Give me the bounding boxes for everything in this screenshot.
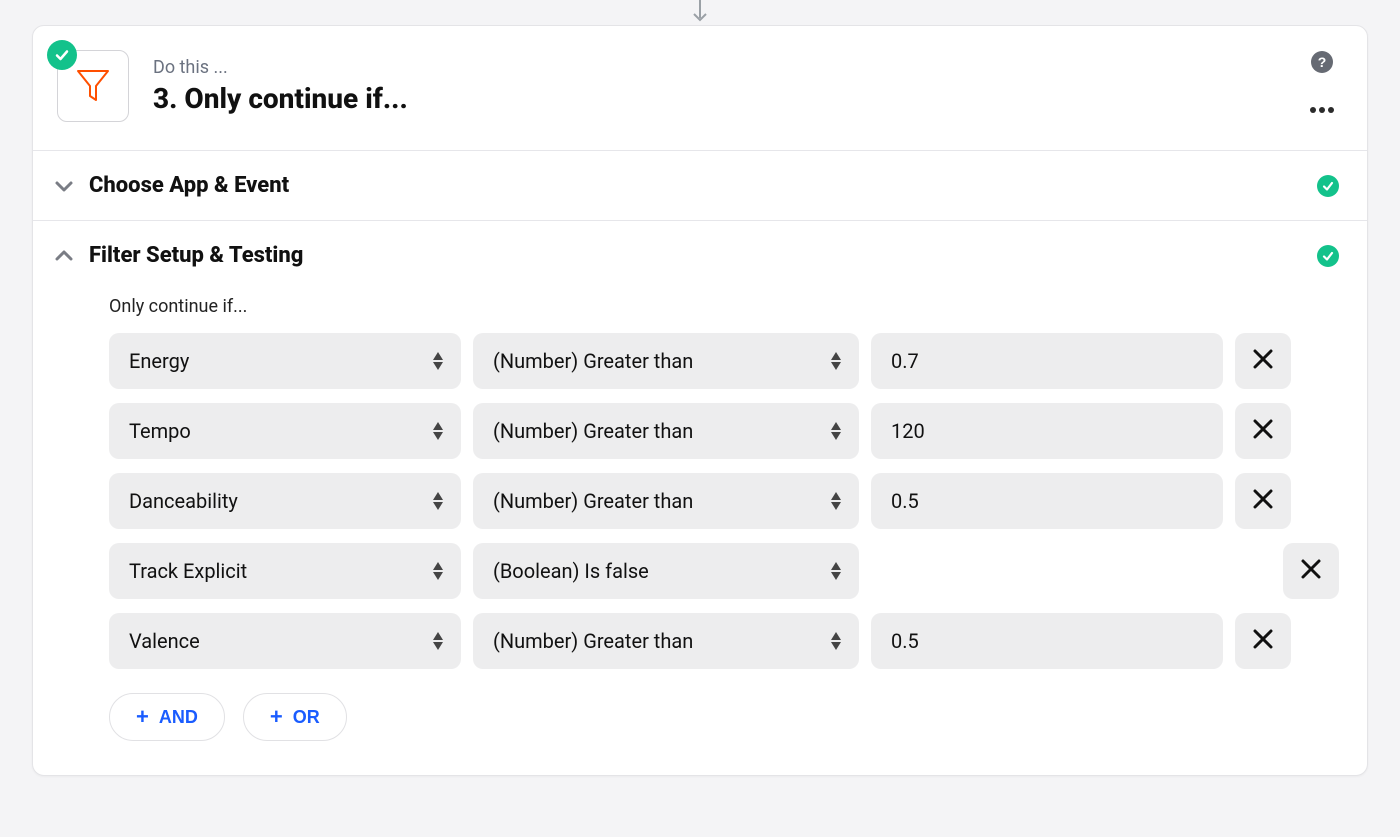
section-header-choose-app[interactable]: Choose App & Event — [33, 151, 1367, 220]
plus-icon: + — [136, 704, 149, 730]
or-label: OR — [293, 707, 320, 728]
add-and-button[interactable]: + AND — [109, 693, 225, 741]
filter-operator-select[interactable]: (Number) Greater than — [473, 333, 859, 389]
operator-label: (Number) Greater than — [493, 489, 693, 513]
stepper-icon — [829, 421, 843, 441]
field-label: Track Explicit — [129, 559, 247, 583]
step-title-block: Do this ... 3. Only continue if... — [153, 57, 408, 115]
filter-body: Only continue if... Energy (Number) Great… — [33, 296, 1367, 775]
plus-icon: + — [270, 704, 283, 730]
operator-label: (Number) Greater than — [493, 419, 693, 443]
app-icon-wrap — [57, 50, 129, 122]
stepper-icon — [431, 351, 445, 371]
field-label: Danceability — [129, 489, 238, 513]
svg-text:?: ? — [1318, 54, 1327, 70]
and-label: AND — [159, 707, 198, 728]
operator-label: (Number) Greater than — [493, 629, 693, 653]
filter-value-input[interactable] — [871, 613, 1223, 669]
field-label: Tempo — [129, 419, 191, 443]
stepper-icon — [829, 491, 843, 511]
stepper-icon — [431, 491, 445, 511]
operator-label: (Number) Greater than — [493, 349, 693, 373]
flow-arrow-icon — [692, 0, 708, 24]
field-label: Energy — [129, 349, 189, 373]
step-subtitle: Do this ... — [153, 57, 408, 78]
status-check-icon — [47, 40, 77, 70]
filter-rule: Energy (Number) Greater than — [109, 333, 1339, 389]
section-complete-icon — [1317, 175, 1339, 197]
filter-value-input[interactable] — [871, 333, 1223, 389]
filter-field-select[interactable]: Track Explicit — [109, 543, 461, 599]
filter-intro: Only continue if... — [109, 296, 1339, 317]
filter-rule: Track Explicit (Boolean) Is false — [109, 543, 1339, 599]
filter-rule: Danceability (Number) Greater than — [109, 473, 1339, 529]
section-filter-setup: Filter Setup & Testing Only continue if.… — [33, 220, 1367, 775]
stepper-icon — [431, 421, 445, 441]
value-text-input[interactable] — [891, 629, 1169, 653]
operator-label: (Boolean) Is false — [493, 559, 649, 583]
field-label: Valence — [129, 629, 200, 653]
filter-field-select[interactable]: Danceability — [109, 473, 461, 529]
filter-value-input[interactable] — [871, 403, 1223, 459]
section-choose-app: Choose App & Event — [33, 150, 1367, 220]
chevron-down-icon — [53, 175, 75, 197]
filter-rule: Valence (Number) Greater than — [109, 613, 1339, 669]
close-icon — [1252, 628, 1274, 654]
stepper-icon — [431, 631, 445, 651]
filter-operator-select[interactable]: (Boolean) Is false — [473, 543, 859, 599]
step-header: Do this ... 3. Only continue if... ? — [33, 26, 1367, 150]
section-complete-icon — [1317, 245, 1339, 267]
filter-value-input[interactable] — [871, 473, 1223, 529]
filter-operator-select[interactable]: (Number) Greater than — [473, 473, 859, 529]
filter-field-select[interactable]: Energy — [109, 333, 461, 389]
filter-operator-select[interactable]: (Number) Greater than — [473, 403, 859, 459]
step-card: Do this ... 3. Only continue if... ? Cho… — [32, 25, 1368, 776]
filter-field-select[interactable]: Tempo — [109, 403, 461, 459]
help-icon[interactable]: ? — [1311, 51, 1333, 73]
value-text-input[interactable] — [891, 349, 1169, 373]
stepper-icon — [829, 561, 843, 581]
more-menu-icon[interactable] — [1305, 95, 1339, 122]
logic-buttons: + AND + OR — [109, 693, 1339, 741]
close-icon — [1300, 558, 1322, 584]
section-title: Choose App & Event — [89, 173, 289, 198]
section-title: Filter Setup & Testing — [89, 243, 303, 268]
stepper-icon — [431, 561, 445, 581]
value-text-input[interactable] — [891, 419, 1169, 443]
value-text-input[interactable] — [891, 489, 1169, 513]
filter-operator-select[interactable]: (Number) Greater than — [473, 613, 859, 669]
section-header-filter-setup[interactable]: Filter Setup & Testing — [33, 221, 1367, 290]
stepper-icon — [829, 351, 843, 371]
close-icon — [1252, 488, 1274, 514]
add-or-button[interactable]: + OR — [243, 693, 347, 741]
remove-rule-button[interactable] — [1235, 613, 1291, 669]
step-title: 3. Only continue if... — [153, 82, 408, 115]
filter-rule: Tempo (Number) Greater than — [109, 403, 1339, 459]
remove-rule-button[interactable] — [1283, 543, 1339, 599]
chevron-up-icon — [53, 245, 75, 267]
close-icon — [1252, 348, 1274, 374]
remove-rule-button[interactable] — [1235, 473, 1291, 529]
remove-rule-button[interactable] — [1235, 333, 1291, 389]
filter-field-select[interactable]: Valence — [109, 613, 461, 669]
remove-rule-button[interactable] — [1235, 403, 1291, 459]
close-icon — [1252, 418, 1274, 444]
stepper-icon — [829, 631, 843, 651]
